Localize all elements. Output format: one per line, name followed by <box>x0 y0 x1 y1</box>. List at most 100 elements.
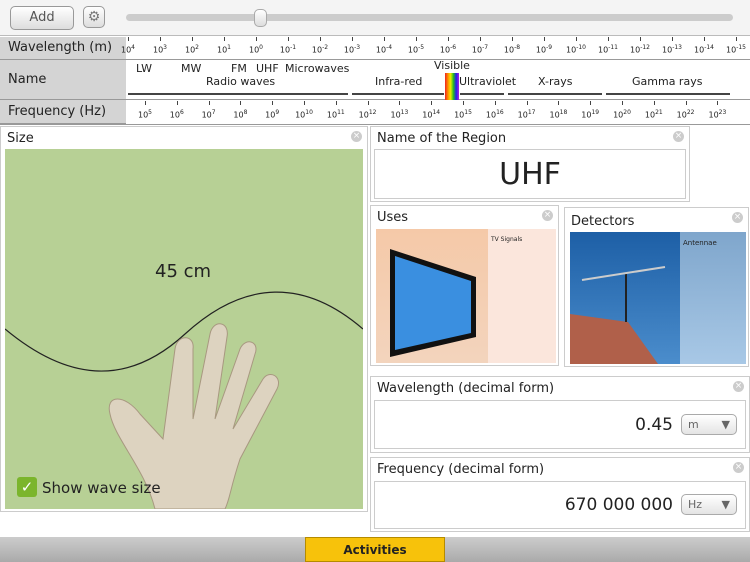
frequency-tick-mark <box>463 101 464 105</box>
exponent: 16 <box>496 109 504 116</box>
wavelength-tick-mark <box>256 37 257 41</box>
unit-label: Hz <box>688 498 703 511</box>
frequency-tick-mark <box>145 101 146 105</box>
wavelength-tick-label: 10-4 <box>375 44 393 55</box>
exponent: -10 <box>576 44 586 51</box>
wave-size-label: 45 cm <box>155 261 212 282</box>
chevron-down-icon: ▼ <box>721 498 730 511</box>
close-icon[interactable]: × <box>733 462 744 473</box>
label-lw: LW <box>136 62 152 75</box>
frequency-tick-label: 1017 <box>517 109 536 120</box>
frequency-tick-mark <box>622 101 623 105</box>
wavelength-tick-mark <box>352 37 353 41</box>
exponent: 10 <box>305 109 313 116</box>
frequency-tick-mark <box>431 101 433 105</box>
label-uhf: UHF <box>256 62 279 75</box>
exponent: 0 <box>259 44 264 51</box>
exponent: -9 <box>546 44 553 51</box>
exponent: 9 <box>275 109 280 116</box>
label-visible: Visible <box>434 59 470 72</box>
close-icon[interactable]: × <box>351 131 362 142</box>
frequency-tick-label: 105 <box>137 109 153 120</box>
label-ultraviolet: Ultraviolet <box>459 75 517 88</box>
exponent: -12 <box>640 44 650 51</box>
wavelength-tick-mark <box>224 37 225 41</box>
region-name-value: UHF <box>374 149 686 199</box>
wavelength-tick-label: 10-2 <box>311 44 329 55</box>
label-mw: MW <box>181 62 202 75</box>
wavelength-tick-label: 101 <box>216 44 232 55</box>
wavelength-field: 0.45 m ▼ <box>374 400 746 449</box>
frequency-tick-mark <box>717 101 719 105</box>
gamma-range-arrow <box>606 93 730 95</box>
close-icon[interactable]: × <box>542 210 553 221</box>
wavelength-tick-label: 10-9 <box>535 44 553 55</box>
size-canvas: 45 cm ✓ Show wave size <box>5 149 363 509</box>
exponent: 15 <box>464 109 472 116</box>
wavelength-tick-label: 10-12 <box>630 44 650 55</box>
wavelength-tick-label: 10-6 <box>439 44 457 55</box>
exponent: -5 <box>418 44 425 51</box>
wavelength-value: 0.45 <box>635 415 673 435</box>
wavelength-tick-mark <box>640 37 641 41</box>
frequency-tick-mark <box>653 101 655 105</box>
frequency-tick-mark <box>272 101 274 105</box>
frequency-tick-label: 1016 <box>485 109 504 120</box>
wavelength-tick-mark <box>672 37 673 41</box>
label-infra-red: Infra-red <box>375 75 423 88</box>
wavelength-tick-mark <box>384 37 385 41</box>
frequency-tick-mark <box>176 101 178 105</box>
frequency-tick-label: 109 <box>265 109 280 120</box>
exponent: 20 <box>623 109 631 116</box>
show-wave-label[interactable]: Show wave size <box>42 479 161 497</box>
show-wave-checkbox[interactable]: ✓ <box>17 477 37 497</box>
frequency-tick-label: 1023 <box>708 109 727 120</box>
exponent: 19 <box>591 109 600 116</box>
wavelength-tick-mark <box>576 37 577 41</box>
uses-panel: Uses × TV Signals <box>370 205 559 366</box>
exponent: 22 <box>686 109 695 116</box>
frequency-tick-mark <box>399 101 401 105</box>
wavelength-tick-label: 10-7 <box>471 44 489 55</box>
frequency-panel-title: Frequency (decimal form) <box>377 462 545 477</box>
visible-spectrum-bar <box>445 73 459 100</box>
wavelength-tick-mark <box>320 37 321 41</box>
wavelength-tick-mark <box>128 37 129 41</box>
wavelength-tick-mark <box>704 37 705 41</box>
exponent: 23 <box>718 109 727 116</box>
wavelength-tick-mark <box>544 37 545 41</box>
close-icon[interactable]: × <box>673 131 684 142</box>
detectors-panel-title: Detectors <box>571 214 635 229</box>
frequency-tick-mark <box>558 101 560 105</box>
frequency-decimal-panel: Frequency (decimal form) × 670 000 000 H… <box>370 457 750 532</box>
frequency-tick-label: 1021 <box>644 109 663 120</box>
xray-range-arrow <box>508 93 602 95</box>
frequency-tick-label: 1018 <box>549 109 568 120</box>
size-panel: Size × 45 cm ✓ Show wave size <box>0 126 368 512</box>
wavelength-tick-label: 10-11 <box>598 44 618 55</box>
frequency-tick-label: 108 <box>233 109 248 120</box>
wavelength-tick-label: 10-3 <box>343 44 361 55</box>
wavelength-panel-title: Wavelength (decimal form) <box>377 381 555 396</box>
frequency-tick-label: 1014 <box>422 109 441 120</box>
wavelength-tick-label: 10-8 <box>503 44 521 55</box>
exponent: 21 <box>655 109 663 116</box>
wavelength-tick-mark <box>160 37 161 41</box>
frequency-tick-label: 1012 <box>358 109 377 120</box>
frequency-value: 670 000 000 <box>564 495 673 515</box>
wavelength-unit-select[interactable]: m ▼ <box>681 414 737 435</box>
frequency-unit-select[interactable]: Hz ▼ <box>681 494 737 515</box>
exponent: -8 <box>514 44 521 51</box>
activities-tab[interactable]: Activities <box>305 537 445 562</box>
close-icon[interactable]: × <box>733 381 744 392</box>
wavelength-tick-mark <box>192 37 193 41</box>
exponent: 6 <box>179 109 184 116</box>
exponent: -15 <box>736 44 746 51</box>
wavelength-tick-label: 103 <box>152 44 168 55</box>
radio-range-arrow <box>128 93 348 95</box>
frequency-tick-label: 1019 <box>581 109 600 120</box>
close-icon[interactable]: × <box>732 212 743 223</box>
unit-label: m <box>688 418 699 431</box>
spectrum-scale[interactable]: LW MW FM UHF Microwaves Radio waves Infr… <box>0 0 750 125</box>
exponent: 14 <box>432 109 441 116</box>
